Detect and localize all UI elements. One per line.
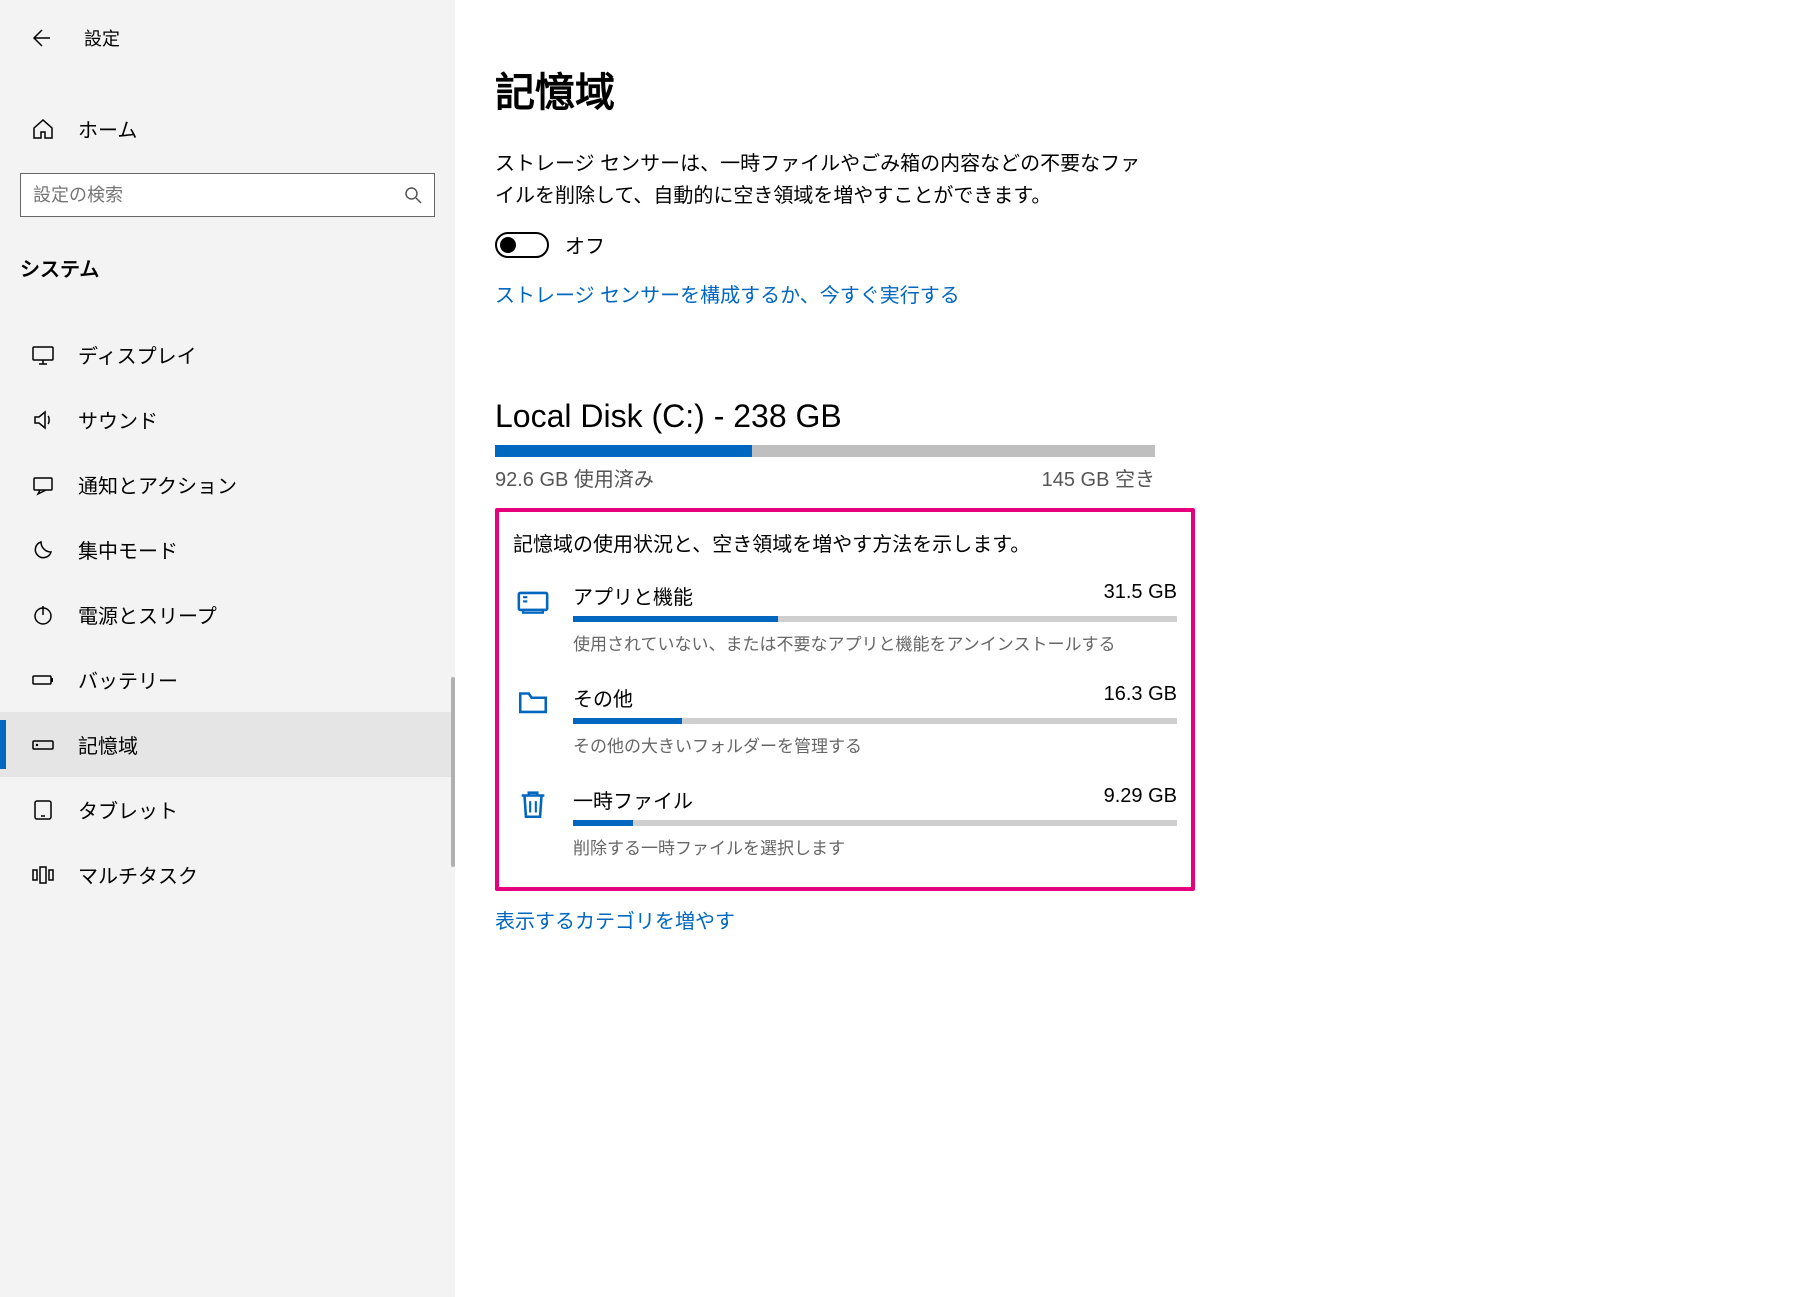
apps-icon (513, 583, 553, 623)
sidebar-item-storage[interactable]: 記憶域 (0, 712, 455, 777)
show-more-categories-link[interactable]: 表示するカテゴリを増やす (495, 905, 735, 934)
sidebar-item-label: 電源とスリープ (78, 600, 217, 629)
page-title: 記憶域 (495, 60, 1744, 118)
disk-usage-bar (495, 445, 1155, 457)
sidebar-item-notifications[interactable]: 通知とアクション (0, 452, 455, 517)
sidebar-item-label: マルチタスク (78, 860, 198, 889)
sidebar-item-label: バッテリー (78, 665, 178, 694)
category-apps[interactable]: アプリと機能 31.5 GB 使用されていない、または不要なアプリと機能をアンイ… (513, 581, 1177, 655)
category-desc: 削除する一時ファイルを選択します (573, 834, 1177, 859)
search-input[interactable] (33, 185, 404, 206)
category-bar (573, 718, 1177, 724)
category-desc: その他の大きいフォルダーを管理する (573, 732, 1177, 757)
category-name: 一時ファイル (573, 785, 693, 814)
category-size: 31.5 GB (1104, 581, 1177, 610)
sidebar-item-label: タブレット (78, 795, 178, 824)
disk-free-label: 145 GB 空き (1042, 463, 1155, 492)
category-temp-files[interactable]: 一時ファイル 9.29 GB 削除する一時ファイルを選択します (513, 785, 1177, 859)
folder-icon (513, 685, 553, 725)
section-label-system: システム (0, 237, 455, 302)
scrollbar-thumb[interactable] (451, 677, 455, 867)
sidebar-item-label: 記憶域 (78, 730, 138, 759)
toggle-state-label: オフ (565, 230, 605, 259)
search-icon (404, 186, 422, 204)
sidebar-item-label: サウンド (78, 405, 158, 434)
focus-icon (30, 537, 56, 563)
category-size: 9.29 GB (1104, 785, 1177, 814)
sidebar: 設定 ホーム システム ディスプレイ サウンド (0, 0, 455, 1297)
storage-sense-toggle-row: オフ (495, 230, 1744, 259)
storage-sense-toggle[interactable] (495, 232, 549, 258)
category-bar (573, 616, 1177, 622)
category-size: 16.3 GB (1104, 683, 1177, 712)
sidebar-item-label: 通知とアクション (78, 470, 237, 499)
sidebar-item-power[interactable]: 電源とスリープ (0, 582, 455, 647)
category-other[interactable]: その他 16.3 GB その他の大きいフォルダーを管理する (513, 683, 1177, 757)
category-bar (573, 820, 1177, 826)
usage-description: 記憶域の使用状況と、空き領域を増やす方法を示します。 (513, 528, 1177, 557)
trash-icon (513, 787, 553, 827)
disk-usage-fill (495, 445, 752, 457)
arrow-left-icon (30, 28, 50, 48)
titlebar: 設定 (0, 10, 455, 70)
categories-highlight-box: 記憶域の使用状況と、空き領域を増やす方法を示します。 アプリと機能 31.5 G… (495, 508, 1195, 891)
notifications-icon (30, 472, 56, 498)
storage-icon (30, 732, 56, 758)
sidebar-item-label: 集中モード (78, 535, 178, 564)
configure-storage-sense-link[interactable]: ストレージ センサーを構成するか、今すぐ実行する (495, 279, 960, 308)
main-content: 記憶域 ストレージ センサーは、一時ファイルやごみ箱の内容などの不要なファイルを… (455, 0, 1804, 1297)
battery-icon (30, 667, 56, 693)
disk-title: Local Disk (C:) - 238 GB (495, 398, 1744, 435)
display-icon (30, 342, 56, 368)
nav-list: ディスプレイ サウンド 通知とアクション 集中モード 電源とスリープ (0, 322, 455, 907)
home-icon (30, 116, 56, 142)
category-name: アプリと機能 (573, 581, 693, 610)
sidebar-item-label: ディスプレイ (78, 340, 197, 369)
multitask-icon (30, 862, 56, 888)
tablet-icon (30, 797, 56, 823)
category-name: その他 (573, 683, 633, 712)
sidebar-item-tablet[interactable]: タブレット (0, 777, 455, 842)
disk-used-label: 92.6 GB 使用済み (495, 463, 654, 492)
toggle-knob (500, 237, 516, 253)
power-icon (30, 602, 56, 628)
search-box[interactable] (20, 173, 435, 217)
sidebar-item-home[interactable]: ホーム (0, 100, 455, 157)
back-button[interactable] (20, 18, 60, 58)
disk-stats: 92.6 GB 使用済み 145 GB 空き (495, 463, 1155, 492)
category-desc: 使用されていない、または不要なアプリと機能をアンインストールする (573, 630, 1177, 655)
sidebar-item-focus[interactable]: 集中モード (0, 517, 455, 582)
sidebar-item-battery[interactable]: バッテリー (0, 647, 455, 712)
sidebar-item-multitask[interactable]: マルチタスク (0, 842, 455, 907)
sound-icon (30, 407, 56, 433)
home-label: ホーム (78, 114, 137, 143)
sidebar-item-sound[interactable]: サウンド (0, 387, 455, 452)
app-title: 設定 (84, 25, 120, 51)
sidebar-item-display[interactable]: ディスプレイ (0, 322, 455, 387)
storage-sense-description: ストレージ センサーは、一時ファイルやごみ箱の内容などの不要なファイルを削除して… (495, 148, 1155, 212)
